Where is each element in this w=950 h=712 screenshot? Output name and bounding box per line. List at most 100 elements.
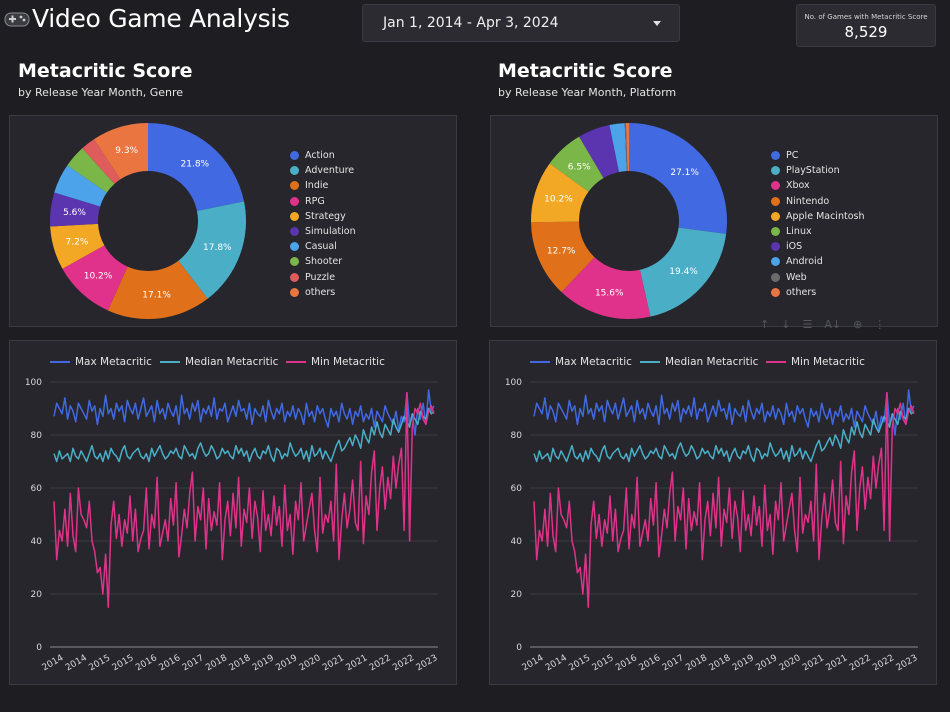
x-tick-label: 2015 (591, 653, 616, 673)
more-icon[interactable]: ⋮ (874, 318, 885, 331)
legend-dot-icon (290, 272, 299, 282)
kpi-label: No. of Games with Metacritic Score (804, 13, 928, 21)
y-tick-label: 20 (511, 590, 523, 600)
legend-label: Strategy (305, 210, 346, 222)
arrow-up-icon[interactable]: ↑ (760, 318, 769, 331)
legend-item[interactable]: RPG (290, 196, 325, 207)
legend-item[interactable]: Web (771, 272, 807, 283)
legend-item[interactable]: Android (771, 256, 823, 267)
legend-item[interactable]: Puzzle (290, 272, 335, 283)
legend-label: Adventure (305, 165, 355, 177)
section-subtitle-genre: by Release Year Month, Genre (18, 86, 184, 99)
genre-donut-panel: 21.8% 17.8% 17.1% 10.2% 7.2% 5.6% 9.3% Action A… (9, 115, 457, 327)
donut-slice-pc[interactable] (629, 123, 727, 234)
series-line-max-metacritic[interactable] (533, 389, 915, 436)
donut-slice-label: 7.2% (66, 238, 89, 248)
arrow-down-icon[interactable]: ↓ (781, 318, 790, 331)
legend-item[interactable]: Simulation (290, 226, 356, 237)
y-tick-label: 100 (25, 378, 42, 388)
x-tick-label: 2014 (544, 653, 569, 673)
x-tick-label: 2022 (391, 653, 416, 673)
x-tick-label: 2018 (708, 653, 733, 673)
legend-item[interactable]: Adventure (290, 165, 354, 176)
x-tick-label: 2023 (415, 653, 440, 673)
x-tick-label: 2022 (848, 653, 873, 673)
y-tick-label: 40 (511, 537, 523, 547)
section-title-platform: Metacritic Score (498, 60, 673, 82)
legend-item[interactable]: Shooter (290, 256, 342, 267)
date-range-selector[interactable]: Jan 1, 2014 - Apr 3, 2024 (362, 4, 680, 42)
x-tick-label: 2016 (157, 653, 182, 673)
x-tick-label: 2014 (41, 653, 66, 673)
chevron-down-icon[interactable] (653, 21, 661, 26)
platform-line-panel: Max Metacritic Median Metacritic Min Metac… (489, 340, 937, 685)
x-tick-label: 2022 (871, 653, 896, 673)
x-tick-label: 2014 (64, 653, 89, 673)
filter-icon[interactable]: ☰ (802, 318, 812, 331)
legend-label: Xbox (786, 180, 810, 192)
x-tick-label: 2021 (824, 653, 849, 673)
legend-label: Apple Macintosh (786, 210, 865, 222)
legend-dot-icon (290, 287, 299, 297)
legend-item[interactable]: Action (290, 150, 335, 161)
legend-item[interactable]: others (771, 287, 816, 298)
donut-slice-label: 10.2% (544, 195, 573, 205)
legend-item[interactable]: Linux (771, 226, 812, 237)
x-tick-label: 2015 (567, 653, 592, 673)
x-tick-label: 2018 (204, 653, 229, 673)
legend-item[interactable]: PC (771, 150, 798, 161)
donut-slice-label: 9.3% (115, 146, 138, 156)
section-title-genre: Metacritic Score (18, 60, 193, 82)
x-tick-label: 2015 (87, 653, 112, 673)
sort-az-icon[interactable]: A↓ (824, 318, 841, 331)
donut-slice-label: 5.6% (63, 208, 86, 218)
y-tick-label: 0 (36, 643, 42, 653)
x-tick-label: 2019 (251, 653, 276, 673)
kpi-value: 8,529 (844, 23, 888, 41)
legend-item[interactable]: Xbox (771, 180, 810, 191)
legend-label: Android (786, 256, 823, 268)
legend-label: Action (305, 150, 335, 161)
legend-label: Nintendo (786, 195, 830, 207)
donut-slice-label: 19.4% (669, 267, 698, 277)
y-tick-label: 80 (511, 431, 523, 441)
series-line-max-metacritic[interactable] (53, 389, 435, 436)
legend-dot-icon (290, 151, 299, 160)
legend-dot-icon (771, 242, 780, 252)
legend-dot-icon (771, 287, 780, 297)
donut-slice-label: 17.8% (203, 243, 232, 253)
legend-item[interactable]: others (290, 287, 335, 298)
legend-item[interactable]: Apple Macintosh (771, 211, 864, 222)
x-tick-label: 2016 (637, 653, 662, 673)
legend-item[interactable]: Nintendo (771, 196, 829, 207)
x-tick-label: 2020 (298, 653, 323, 673)
platform-donut-panel: 27.1% 19.4% 15.6% 12.7% 10.2% 6.5% PC PlayStat… (490, 115, 938, 327)
x-tick-label: 2020 (778, 653, 803, 673)
y-tick-label: 0 (516, 643, 522, 653)
legend-dot-icon (771, 166, 780, 176)
x-tick-label: 2019 (274, 653, 299, 673)
zoom-icon[interactable]: ⊕ (853, 318, 862, 331)
genre-donut-chart: 21.8% 17.8% 17.1% 10.2% 7.2% 5.6% 9.3% (49, 123, 247, 319)
x-tick-label: 2015 (111, 653, 136, 673)
genre-line-panel: Max Metacritic Median Metacritic Min Metac… (9, 340, 457, 685)
legend-label: Casual (305, 241, 337, 253)
legend-item[interactable]: PlayStation (771, 165, 840, 176)
legend-dot-icon (771, 196, 780, 206)
legend-dot-icon (771, 227, 780, 236)
legend-item[interactable]: Indie (290, 180, 328, 191)
x-tick-label: 2016 (614, 653, 639, 673)
y-tick-label: 80 (31, 431, 43, 441)
legend-dot-icon (290, 181, 299, 191)
y-tick-label: 20 (31, 590, 43, 600)
app-title-text: Video Game Analysis (32, 4, 290, 33)
section-subtitle-platform: by Release Year Month, Platform (498, 86, 677, 99)
legend-item[interactable]: Casual (290, 241, 337, 252)
x-tick-label: 2022 (368, 653, 393, 673)
app-title: Video Game Analysis (4, 4, 290, 33)
legend-label: Puzzle (305, 271, 336, 283)
legend-label: PlayStation (786, 165, 840, 177)
legend-item[interactable]: iOS (771, 241, 802, 252)
legend-item[interactable]: Strategy (290, 211, 346, 222)
y-tick-label: 60 (511, 484, 523, 494)
